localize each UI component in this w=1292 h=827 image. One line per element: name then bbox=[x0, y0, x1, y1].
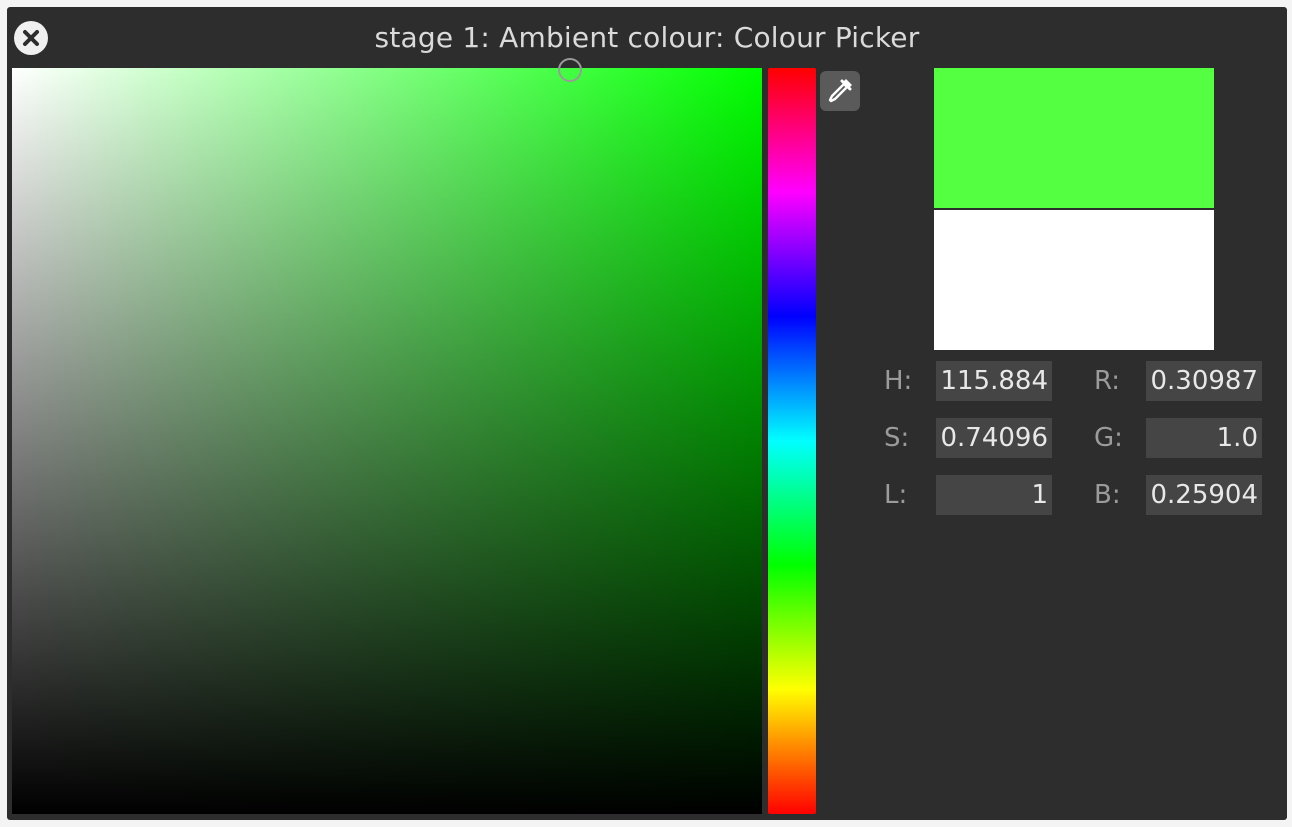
sv-cursor-handle[interactable] bbox=[558, 58, 582, 82]
lightness-field[interactable] bbox=[936, 475, 1052, 515]
blue-label: B: bbox=[1094, 480, 1121, 510]
saturation-value-area[interactable] bbox=[12, 58, 762, 814]
colour-picker-window: stage 1: Ambient colour: Colour Picker H… bbox=[7, 7, 1287, 820]
eyedropper-icon bbox=[828, 79, 852, 103]
close-icon bbox=[23, 30, 39, 46]
green-field[interactable] bbox=[1146, 418, 1262, 458]
hue-label: H: bbox=[884, 366, 913, 396]
title-bar[interactable]: stage 1: Ambient colour: Colour Picker bbox=[7, 7, 1287, 67]
red-label: R: bbox=[1094, 366, 1121, 396]
old-colour-swatch[interactable] bbox=[934, 210, 1214, 350]
eyedropper-button[interactable] bbox=[820, 71, 860, 111]
window-title: stage 1: Ambient colour: Colour Picker bbox=[374, 20, 920, 54]
close-button[interactable] bbox=[14, 21, 48, 55]
lightness-label: L: bbox=[884, 480, 908, 510]
saturation-field[interactable] bbox=[936, 418, 1052, 458]
saturation-label: S: bbox=[884, 423, 910, 453]
green-label: G: bbox=[1094, 423, 1123, 453]
hue-slider[interactable] bbox=[768, 68, 816, 814]
value-gradient bbox=[12, 68, 762, 814]
blue-field[interactable] bbox=[1146, 475, 1262, 515]
hue-field[interactable] bbox=[936, 361, 1052, 401]
red-field[interactable] bbox=[1146, 361, 1262, 401]
new-colour-swatch bbox=[934, 68, 1214, 208]
